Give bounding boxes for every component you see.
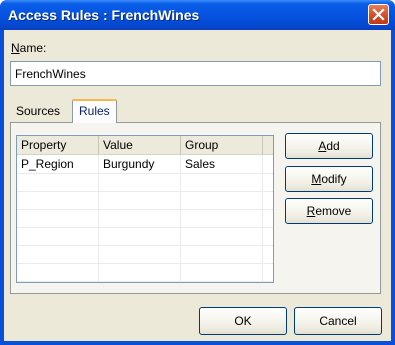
window-title: Access Rules : FrenchWines [8,7,200,23]
table-cell [99,245,181,263]
table-cell [181,227,263,245]
tab-sources[interactable]: Sources [10,101,66,123]
table-cell [17,227,99,245]
name-label: Name: [11,41,47,55]
table-cell [181,263,263,281]
table-row[interactable]: P_Region Burgundy Sales [17,155,273,174]
table-row[interactable] [17,227,273,246]
table-cell [17,209,99,227]
table-cell [181,209,263,227]
column-header-value[interactable]: Value [99,136,181,154]
table-cell [181,173,263,191]
table-cell [17,173,99,191]
table-cell: Burgundy [99,155,181,173]
table-cell [99,263,181,281]
table-cell [181,191,263,209]
table-cell: P_Region [17,155,99,173]
add-button[interactable]: Add [285,133,373,159]
table-cell [17,263,99,281]
cancel-button[interactable]: Cancel [294,307,382,335]
tab-rules[interactable]: Rules [72,99,117,123]
table-cell [99,227,181,245]
name-input[interactable] [10,61,381,86]
table-cell [99,191,181,209]
modify-button[interactable]: Modify [285,166,373,192]
dialog-body: Name: Sources Rules Property Value Group… [4,30,391,341]
rules-table[interactable]: Property Value Group P_Region Burgundy Sal… [16,135,274,283]
table-cell: Sales [181,155,263,173]
close-icon [372,8,385,21]
table-row[interactable] [17,263,273,282]
title-bar[interactable]: Access Rules : FrenchWines [0,0,395,30]
remove-button[interactable]: Remove [285,198,373,224]
dialog-window: Access Rules : FrenchWines Name: Sources… [0,0,395,345]
table-cell [99,173,181,191]
close-button[interactable] [368,4,389,25]
table-cell [99,209,181,227]
column-header-property[interactable]: Property [17,136,99,154]
table-row[interactable] [17,191,273,210]
table-cell [181,245,263,263]
table-row[interactable] [17,245,273,264]
column-header-group[interactable]: Group [181,136,263,154]
table-cell [17,245,99,263]
table-row[interactable] [17,173,273,192]
table-header: Property Value Group [17,136,273,155]
ok-button[interactable]: OK [199,307,287,335]
table-cell [17,191,99,209]
table-row[interactable] [17,209,273,228]
